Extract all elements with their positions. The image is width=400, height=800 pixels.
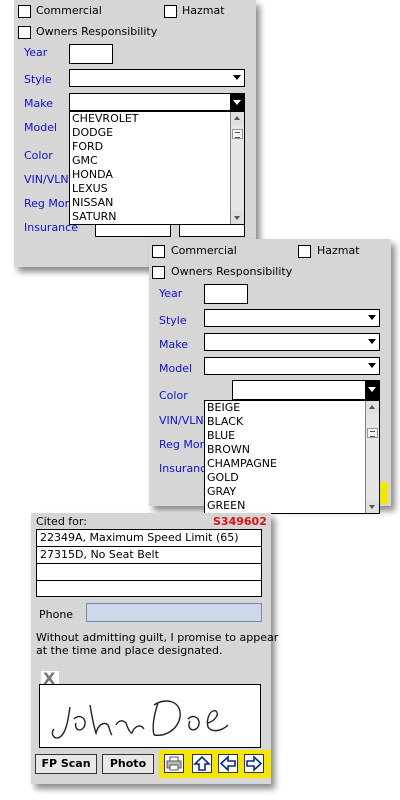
list-item[interactable]: BLUE xyxy=(205,429,379,443)
chevron-down-icon[interactable] xyxy=(365,381,379,399)
color-dropdown-list[interactable]: BEIGE BLACK BLUE BROWN CHAMPAGNE GOLD GR… xyxy=(204,400,380,514)
up-button[interactable] xyxy=(192,754,212,773)
chevron-down-icon xyxy=(233,75,241,80)
forward-button[interactable] xyxy=(244,754,264,773)
make-list-scrollbar[interactable] xyxy=(230,112,244,224)
list-item[interactable]: SATURN xyxy=(70,210,244,224)
commercial-label: Commercial xyxy=(171,244,237,257)
list-item[interactable]: LEXUS xyxy=(70,182,244,196)
print-button[interactable] xyxy=(164,754,184,773)
make-label: Make xyxy=(159,338,188,351)
list-item[interactable]: GMC xyxy=(70,154,244,168)
year-input[interactable] xyxy=(69,44,113,64)
list-item[interactable]: BROWN xyxy=(205,443,379,457)
year-label: Year xyxy=(24,46,48,59)
chevron-down-icon[interactable] xyxy=(230,94,244,110)
make-dropdown-list[interactable]: CHEVROLET DODGE FORD GMC HONDA LEXUS NIS… xyxy=(69,111,245,225)
hazmat-checkbox[interactable] xyxy=(298,245,311,258)
model-label: Model xyxy=(159,362,193,375)
list-item[interactable]: NISSAN xyxy=(70,196,244,210)
table-row[interactable] xyxy=(37,581,261,597)
cited-for-label: Cited for: xyxy=(36,515,87,528)
list-item[interactable]: GRAY xyxy=(205,485,379,499)
color-label: Color xyxy=(24,149,53,162)
hazmat-label: Hazmat xyxy=(182,4,225,17)
style-select[interactable] xyxy=(69,69,245,87)
signature-pad[interactable] xyxy=(39,684,261,748)
owners-responsibility-checkbox[interactable] xyxy=(152,266,165,279)
style-label: Style xyxy=(159,314,187,327)
make-options: CHEVROLET DODGE FORD GMC HONDA LEXUS NIS… xyxy=(70,112,244,224)
chevron-down-icon xyxy=(368,339,376,344)
citation-number: S349602 xyxy=(213,515,267,528)
vin-label: VIN/VLN xyxy=(159,414,204,427)
promise-text-line2: at the time and place designated. xyxy=(36,644,223,657)
model-select[interactable] xyxy=(204,357,380,375)
list-item[interactable]: GOLD xyxy=(205,471,379,485)
list-item[interactable]: BLACK xyxy=(205,415,379,429)
phone-label: Phone xyxy=(39,608,74,621)
arrow-right-icon xyxy=(246,755,263,772)
arrow-left-icon xyxy=(219,755,236,772)
signature-stroke xyxy=(51,700,229,739)
vehicle-panel-color: Commercial Hazmat Owners Responsibility … xyxy=(149,239,391,514)
style-label: Style xyxy=(24,73,52,86)
owners-responsibility-label: Owners Responsibility xyxy=(171,265,293,278)
vehicle-panel-make: Commercial Hazmat Owners Responsibility … xyxy=(14,0,256,267)
phone-input[interactable] xyxy=(86,603,262,622)
commercial-checkbox[interactable] xyxy=(152,245,165,258)
owners-responsibility-checkbox[interactable] xyxy=(18,26,31,39)
vin-label: VIN/VLN xyxy=(24,173,69,186)
table-row[interactable] xyxy=(37,564,261,581)
style-select[interactable] xyxy=(204,309,380,327)
list-item[interactable]: GREEN xyxy=(205,499,379,513)
commercial-checkbox[interactable] xyxy=(18,5,31,18)
hazmat-label: Hazmat xyxy=(317,244,360,257)
chevron-down-icon xyxy=(368,363,376,368)
table-row[interactable]: 22349A, Maximum Speed Limit (65) xyxy=(37,530,261,547)
list-item[interactable]: DODGE xyxy=(70,126,244,140)
model-label: Model xyxy=(24,121,58,134)
scroll-down-icon[interactable] xyxy=(366,500,379,513)
photo-button[interactable]: Photo xyxy=(102,754,154,774)
scroll-up-icon[interactable] xyxy=(366,401,379,414)
make-select[interactable] xyxy=(204,333,380,351)
violations-table: 22349A, Maximum Speed Limit (65) 27315D,… xyxy=(36,529,262,597)
year-input[interactable] xyxy=(204,284,248,304)
scroll-down-icon[interactable] xyxy=(231,211,244,224)
reg-label: Reg Mon xyxy=(24,197,72,210)
scroll-up-icon[interactable] xyxy=(231,112,244,125)
list-item[interactable]: CHEVROLET xyxy=(70,112,244,126)
year-label: Year xyxy=(159,287,183,300)
nav-toolbar xyxy=(159,750,271,778)
color-list-scrollbar[interactable] xyxy=(365,401,379,513)
color-select[interactable] xyxy=(232,380,380,400)
fp-scan-button[interactable]: FP Scan xyxy=(35,754,97,774)
scroll-thumb[interactable] xyxy=(232,129,243,139)
promise-text-line1: Without admitting guilt, I promise to ap… xyxy=(36,631,279,644)
hazmat-checkbox[interactable] xyxy=(164,5,177,18)
chevron-down-icon xyxy=(368,315,376,320)
citation-panel: Cited for: S349602 22349A, Maximum Speed… xyxy=(31,513,278,784)
arrow-up-icon xyxy=(193,755,211,771)
scroll-thumb[interactable] xyxy=(367,428,378,438)
make-select[interactable] xyxy=(69,93,245,111)
color-label: Color xyxy=(159,389,188,402)
color-options: BEIGE BLACK BLUE BROWN CHAMPAGNE GOLD GR… xyxy=(205,401,379,513)
table-row[interactable]: 27315D, No Seat Belt xyxy=(37,547,261,564)
commercial-label: Commercial xyxy=(36,4,102,17)
reg-label: Reg Mon xyxy=(159,438,207,451)
list-item[interactable]: FORD xyxy=(70,140,244,154)
make-label: Make xyxy=(24,97,53,110)
list-item[interactable]: CHAMPAGNE xyxy=(205,457,379,471)
back-button[interactable] xyxy=(218,754,238,773)
list-item[interactable]: BEIGE xyxy=(205,401,379,415)
owners-responsibility-label: Owners Responsibility xyxy=(36,25,158,38)
list-item[interactable]: HONDA xyxy=(70,168,244,182)
printer-icon xyxy=(166,756,182,771)
